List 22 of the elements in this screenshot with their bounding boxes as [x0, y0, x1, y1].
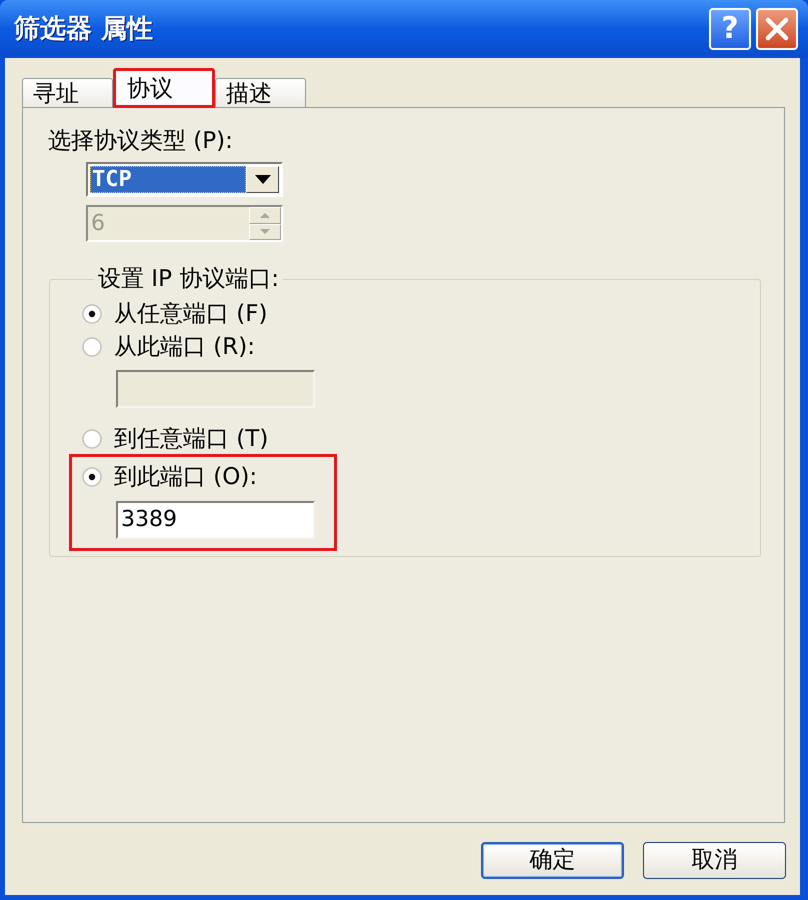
- protocol-dropdown[interactable]: TCP: [86, 162, 283, 197]
- close-icon: [765, 17, 789, 41]
- port-radio-option[interactable]: 到此端口 (O):: [82, 462, 258, 492]
- port-input-field[interactable]: 3389: [116, 501, 315, 539]
- window-title: 筛选器 属性: [14, 16, 154, 42]
- dialog-button[interactable]: 确定: [481, 842, 624, 879]
- dropdown-button[interactable]: [246, 166, 279, 193]
- port-radio-option[interactable]: 从任意端口 (F): [82, 299, 268, 329]
- tab[interactable]: 协议: [113, 68, 215, 108]
- tab[interactable]: 描述: [215, 78, 306, 108]
- dialog-button[interactable]: 取消: [643, 842, 786, 879]
- dropdown-value: TCP: [90, 166, 246, 193]
- tab[interactable]: 寻址: [22, 78, 113, 108]
- close-button[interactable]: [756, 8, 798, 50]
- protocol-type-label: 选择协议类型 (P):: [48, 127, 233, 155]
- down-arrow-icon: [260, 229, 270, 234]
- up-arrow-icon: [260, 212, 270, 218]
- port-radio-option[interactable]: 从此端口 (R):: [82, 332, 255, 362]
- caret-icon: [254, 175, 270, 184]
- number-value: 6: [90, 210, 106, 238]
- group-title: 设置 IP 协议端口:: [97, 265, 280, 293]
- port-radio-option[interactable]: 到任意端口 (T): [82, 424, 268, 454]
